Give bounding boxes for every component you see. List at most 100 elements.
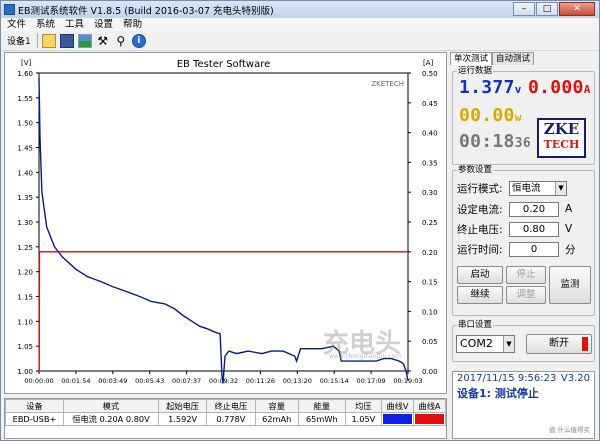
- cell-curve-a[interactable]: [413, 412, 446, 426]
- tools-icon[interactable]: ⚒: [96, 34, 110, 48]
- parameter-group: 参数设置 运行模式: 恒电流 ▼ 设定电流: 0.20 A 终止电压: 0.80…: [452, 165, 595, 316]
- y-tick-label-right: 0.35: [422, 159, 438, 167]
- menu-system[interactable]: 系统: [36, 18, 55, 31]
- chevron-down-icon[interactable]: ▼: [503, 336, 514, 352]
- cell-capacity: 62mAh: [254, 412, 299, 426]
- watermark-url: www.chongdiantou.com: [329, 353, 401, 360]
- menu-bar: 文件 系统 工具 设置 帮助: [1, 18, 599, 31]
- maximize-button[interactable]: □: [536, 2, 558, 16]
- cell-curve-v[interactable]: [381, 412, 414, 426]
- firmware-version: V3.20: [560, 373, 590, 384]
- col-mode: 模式: [63, 399, 159, 413]
- x-tick-label: 00:03:49: [98, 377, 127, 385]
- cutoff-voltage-label: 终止电压:: [457, 223, 503, 236]
- mode-select[interactable]: 恒电流 ▼: [509, 180, 567, 196]
- zketech-logo: ZKE TECH: [537, 118, 586, 158]
- com-port-select[interactable]: COM2 ▼: [456, 335, 515, 353]
- col-start-voltage: 起始电压: [157, 399, 208, 413]
- mode-tabs: 单次测试 自动测试: [450, 52, 598, 65]
- chart-icon[interactable]: [77, 33, 92, 48]
- start-button[interactable]: 启动: [457, 266, 503, 284]
- menu-tools[interactable]: 工具: [65, 18, 84, 31]
- chart-title: EB Tester Software: [177, 59, 271, 70]
- y-tick-label-left: 1.00: [17, 368, 33, 376]
- power-value: 00.00: [459, 105, 515, 126]
- y-tick-label-right: 0.40: [422, 130, 438, 138]
- device-selector[interactable]: 设备1: [7, 34, 31, 47]
- disconnect-button[interactable]: 断开: [526, 334, 592, 354]
- y-tick-label-left: 1.50: [17, 120, 33, 128]
- y-tick-label-left: 1.60: [17, 70, 33, 78]
- runtime-label: 运行时间:: [457, 243, 503, 256]
- y-tick-label-left: 1.40: [17, 169, 33, 177]
- x-tick-label: 00:15:14: [320, 377, 349, 385]
- tab-auto-test[interactable]: 自动测试: [492, 52, 535, 65]
- current-value: 0.000: [528, 77, 584, 98]
- chart-brand-label: ZKETECH: [371, 80, 404, 88]
- cutoff-voltage-input[interactable]: 0.80: [509, 221, 559, 237]
- info-icon[interactable]: i: [131, 33, 146, 48]
- connection-indicator: [582, 337, 588, 351]
- cell-end-voltage: 0.778V: [206, 412, 256, 426]
- cell-avg-voltage: 1.05V: [344, 412, 383, 426]
- cell-energy: 65mWh: [297, 412, 346, 426]
- x-tick-label: 00:11:26: [246, 377, 275, 385]
- table-row[interactable]: EBD-USB+ 恒电流 0.20A 0.80V 1.592V 0.778V 6…: [5, 412, 446, 426]
- cutoff-row: 终止电压: 0.80 V: [457, 220, 572, 238]
- menu-settings[interactable]: 设置: [94, 18, 113, 31]
- x-tick-label: 00:05:43: [135, 377, 164, 385]
- status-panel: 2017/11/15 9:56:23 V3.20 设备1: 测试停止 值 什么值…: [452, 371, 595, 439]
- close-button[interactable]: ✕: [559, 2, 595, 16]
- adjust-button[interactable]: 调整: [506, 286, 546, 304]
- control-panel: 单次测试 自动测试 运行数据 1.377v 0.000A 00.00w 00:1…: [450, 52, 598, 440]
- disconnect-button-label: 断开: [549, 338, 569, 349]
- menu-help[interactable]: 帮助: [123, 18, 142, 31]
- curve-v-color-swatch[interactable]: [383, 414, 412, 424]
- runtime-input[interactable]: 0: [509, 241, 559, 257]
- x-tick-label: 00:00:00: [24, 377, 53, 385]
- voltage-unit: v: [514, 83, 522, 96]
- y-tick-label-left: 1.10: [17, 318, 33, 326]
- cell-mode: 恒电流 0.20A 0.80V: [63, 412, 159, 426]
- menu-file[interactable]: 文件: [7, 18, 26, 31]
- monitor-button[interactable]: 监测: [549, 266, 591, 304]
- cell-start-voltage: 1.592V: [157, 412, 208, 426]
- col-curve-v: 曲线V: [381, 399, 414, 413]
- table-header-row: 设备 模式 起始电压 终止电压 容量 能量 均压 曲线V 曲线A: [5, 399, 446, 413]
- toolbar: 设备1 ⚒ ⚲ i: [1, 31, 599, 51]
- logo-top-text: ZKE: [543, 120, 580, 138]
- serial-port-group: 串口设置 COM2 ▼ 断开: [452, 320, 595, 362]
- current-row: 设定电流: 0.20 A: [457, 200, 572, 218]
- minimize-button[interactable]: –: [513, 2, 535, 16]
- mode-select-value: 恒电流: [512, 182, 541, 194]
- y-tick-label-right: 0.25: [422, 219, 438, 227]
- com-port-value: COM2: [460, 337, 493, 350]
- stop-button[interactable]: 停止: [506, 266, 546, 284]
- y-tick-label-left: 1.30: [17, 219, 33, 227]
- y-tick-label-right: 0.45: [422, 100, 438, 108]
- current-reading: 0.000A: [528, 78, 591, 100]
- y-tick-label-right: 0.50: [422, 70, 438, 78]
- set-current-unit: A: [565, 203, 573, 215]
- window-title: EB测试系统软件 V1.8.5 (Build 2016-03-07 充电头特别版…: [18, 5, 274, 17]
- curve-a-color-swatch[interactable]: [415, 414, 444, 424]
- chevron-down-icon[interactable]: ▼: [555, 181, 566, 195]
- continue-button[interactable]: 继续: [457, 286, 503, 304]
- col-capacity: 容量: [254, 399, 299, 413]
- current-unit: A: [583, 83, 591, 96]
- status-message: 设备1: 测试停止: [457, 387, 539, 400]
- realtime-group: 运行数据 1.377v 0.000A 00.00w 00:1836 ZKE TE…: [452, 66, 595, 165]
- x-tick-label: 00:01:54: [61, 377, 90, 385]
- right-axis-unit: [A]: [423, 59, 434, 67]
- search-icon[interactable]: ⚲: [114, 34, 128, 48]
- tab-single-test[interactable]: 单次测试: [450, 52, 493, 65]
- toolbar-separator: [36, 33, 38, 48]
- save-icon[interactable]: [59, 33, 74, 48]
- set-current-label: 设定电流:: [457, 203, 503, 216]
- set-current-input[interactable]: 0.20: [509, 201, 559, 217]
- col-energy: 能量: [297, 399, 346, 413]
- logo-bottom-text: TECH: [543, 138, 580, 151]
- power-unit: w: [514, 111, 522, 124]
- col-avg-voltage: 均压: [344, 399, 383, 413]
- folder-open-icon[interactable]: [41, 33, 56, 48]
